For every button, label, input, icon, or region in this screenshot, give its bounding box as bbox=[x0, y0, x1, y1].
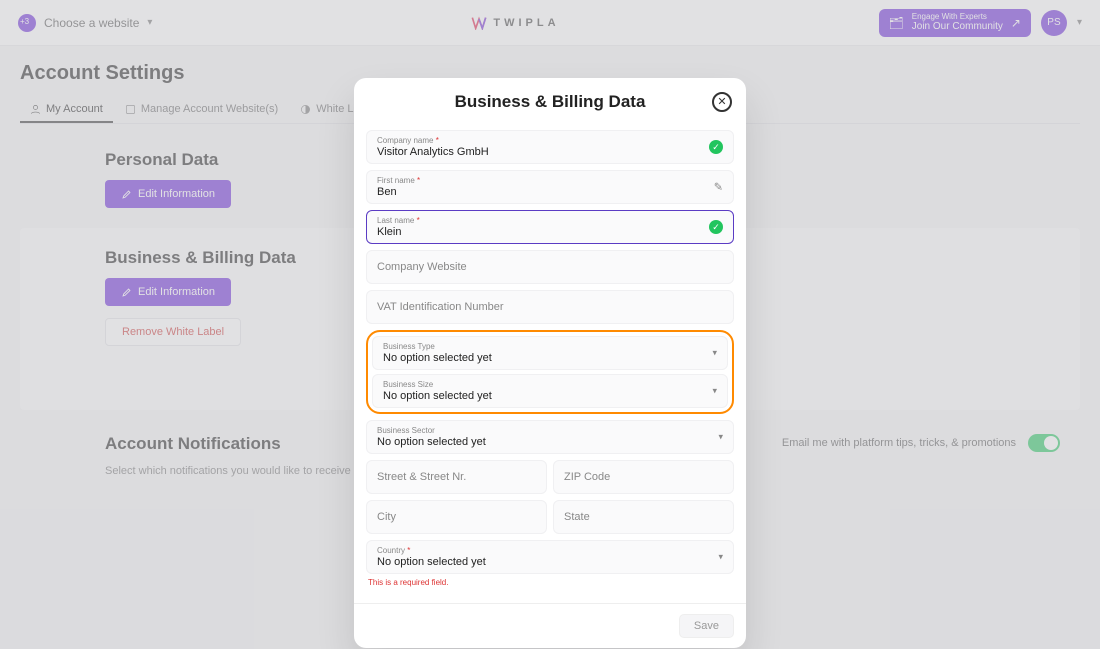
first-name-field[interactable]: First name * Ben ✎ bbox=[366, 170, 734, 204]
billing-modal: Business & Billing Data ✕ Company name *… bbox=[354, 78, 746, 648]
field-label: Company name bbox=[377, 136, 433, 145]
field-label: Business Size bbox=[383, 380, 717, 389]
business-sector-select[interactable]: Business Sector No option selected yet ▾ bbox=[366, 420, 734, 454]
required-asterisk: * bbox=[436, 136, 439, 145]
field-label: Business Sector bbox=[377, 426, 723, 435]
field-label: Country bbox=[377, 546, 405, 555]
modal-title: Business & Billing Data bbox=[455, 92, 646, 112]
chevron-down-icon: ▾ bbox=[712, 348, 717, 359]
pencil-icon: ✎ bbox=[714, 181, 723, 194]
last-name-field[interactable]: Last name * Klein ✓ bbox=[366, 210, 734, 244]
check-icon: ✓ bbox=[709, 220, 723, 234]
modal-close-button[interactable]: ✕ bbox=[712, 92, 732, 112]
field-label: Business Type bbox=[383, 342, 717, 351]
required-asterisk: * bbox=[417, 216, 420, 225]
zip-field[interactable]: ZIP Code bbox=[553, 460, 734, 494]
zip-placeholder: ZIP Code bbox=[564, 471, 723, 483]
required-asterisk: * bbox=[417, 176, 420, 185]
field-label: Last name bbox=[377, 216, 414, 225]
first-name-value: Ben bbox=[377, 186, 723, 198]
field-label: First name bbox=[377, 176, 415, 185]
city-field[interactable]: City bbox=[366, 500, 547, 534]
close-icon: ✕ bbox=[717, 97, 726, 108]
state-placeholder: State bbox=[564, 511, 723, 523]
chevron-down-icon: ▾ bbox=[718, 432, 723, 443]
country-value: No option selected yet bbox=[377, 556, 723, 568]
chevron-down-icon: ▾ bbox=[718, 552, 723, 563]
chevron-down-icon: ▾ bbox=[712, 386, 717, 397]
company-website-field[interactable]: Company Website bbox=[366, 250, 734, 284]
business-type-select[interactable]: Business Type No option selected yet ▾ bbox=[372, 336, 728, 370]
save-button[interactable]: Save bbox=[679, 614, 734, 638]
required-asterisk: * bbox=[407, 546, 410, 555]
business-sector-value: No option selected yet bbox=[377, 436, 723, 448]
business-size-value: No option selected yet bbox=[383, 390, 717, 402]
business-type-value: No option selected yet bbox=[383, 352, 717, 364]
state-field[interactable]: State bbox=[553, 500, 734, 534]
check-icon: ✓ bbox=[709, 140, 723, 154]
company-name-value: Visitor Analytics GmbH bbox=[377, 146, 723, 158]
highlight-annotation: Business Type No option selected yet ▾ B… bbox=[366, 330, 734, 414]
business-size-select[interactable]: Business Size No option selected yet ▾ bbox=[372, 374, 728, 408]
company-website-placeholder: Company Website bbox=[377, 261, 723, 273]
modal-overlay: Business & Billing Data ✕ Company name *… bbox=[0, 0, 1100, 649]
country-error: This is a required field. bbox=[368, 578, 734, 587]
street-field[interactable]: Street & Street Nr. bbox=[366, 460, 547, 494]
city-placeholder: City bbox=[377, 511, 536, 523]
country-select[interactable]: Country * No option selected yet ▾ bbox=[366, 540, 734, 574]
street-placeholder: Street & Street Nr. bbox=[377, 471, 536, 483]
vat-placeholder: VAT Identification Number bbox=[377, 301, 723, 313]
last-name-value: Klein bbox=[377, 226, 723, 238]
vat-field[interactable]: VAT Identification Number bbox=[366, 290, 734, 324]
company-name-field[interactable]: Company name * Visitor Analytics GmbH ✓ bbox=[366, 130, 734, 164]
